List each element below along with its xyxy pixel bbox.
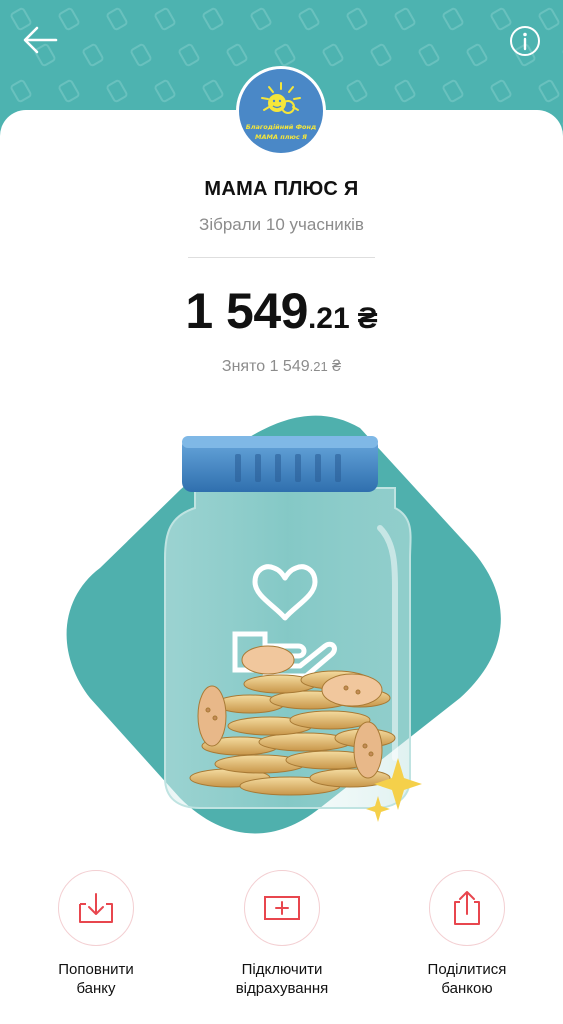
jar-illustration (66, 415, 501, 834)
card-plus-icon (264, 896, 300, 920)
pattern-jar (154, 79, 176, 103)
pattern-jar (10, 79, 32, 103)
connect-deductions-label: Підключити відрахування (207, 960, 357, 998)
share-icon (454, 891, 480, 925)
connect-deductions-label-line2: відрахування (235, 980, 329, 997)
pattern-jar (346, 7, 368, 31)
share-label-line1: Поділитися (427, 961, 507, 978)
pattern-jar (418, 43, 440, 67)
arrow-left-icon (23, 26, 58, 54)
pattern-jar (274, 43, 296, 67)
participants-count: Зібрали 10 учасників (199, 215, 364, 234)
pattern-jar (154, 7, 176, 31)
share-jar-button[interactable]: Поділитися банкою (392, 870, 542, 998)
info-button[interactable] (506, 22, 544, 60)
sun-logo-icon (261, 82, 301, 114)
pattern-jar (82, 43, 104, 67)
pattern-jar (130, 43, 152, 67)
connect-deductions-button[interactable]: Підключити відрахування (207, 870, 357, 998)
withdrawn-fraction: .21 (309, 359, 328, 374)
pattern-jar (250, 7, 272, 31)
pattern-jar (178, 43, 200, 67)
pattern-jar (394, 79, 416, 103)
pattern-jar (538, 79, 560, 103)
pattern-jar (346, 79, 368, 103)
pattern-jar (226, 43, 248, 67)
pattern-jar (442, 7, 464, 31)
share-label-line2: банкою (441, 980, 493, 997)
connect-deductions-label-line1: Підключити (241, 961, 323, 978)
top-up-label-line2: банку (76, 980, 116, 997)
pattern-jar (442, 79, 464, 103)
pattern-jar (106, 7, 128, 31)
balance-fraction: .21 (307, 302, 350, 335)
pattern-jar (298, 7, 320, 31)
download-tray-icon (79, 893, 113, 923)
pattern-jar (322, 43, 344, 67)
withdrawn-amount: Знято 1 549.21 ₴ (0, 358, 563, 376)
balance-integer: 1 549 (185, 283, 308, 339)
pattern-jar (58, 79, 80, 103)
pattern-jar (490, 79, 512, 103)
withdrawn-label: Знято 1 549 (221, 358, 310, 375)
withdrawn-currency: ₴ (332, 358, 342, 375)
logo-text-line1: Благодійний Фонд (245, 123, 317, 131)
fund-logo: Благодійний Фонд МАМА плюс Я (236, 66, 326, 156)
connect-deductions-circle (244, 870, 320, 946)
info-icon (510, 26, 540, 56)
pattern-jar (202, 7, 224, 31)
pattern-jar (394, 7, 416, 31)
top-up-label-line1: Поповнити (58, 961, 134, 978)
share-label: Поділитися банкою (392, 960, 542, 998)
share-circle (429, 870, 505, 946)
pattern-jar (370, 43, 392, 67)
top-up-circle (58, 870, 134, 946)
top-up-jar-button[interactable]: Поповнити банку (21, 870, 171, 998)
divider (188, 257, 375, 258)
pattern-jar (106, 79, 128, 103)
pattern-jar (466, 43, 488, 67)
pattern-jar (202, 79, 224, 103)
balance-amount: 1 549.21 ₴ (0, 282, 563, 340)
balance-currency: ₴ (357, 302, 378, 335)
back-button[interactable] (18, 20, 62, 60)
jar-title: МАМА ПЛЮС Я (204, 178, 359, 200)
top-up-label: Поповнити банку (21, 960, 171, 998)
logo-text-line2: МАМА плюс Я (255, 133, 307, 141)
